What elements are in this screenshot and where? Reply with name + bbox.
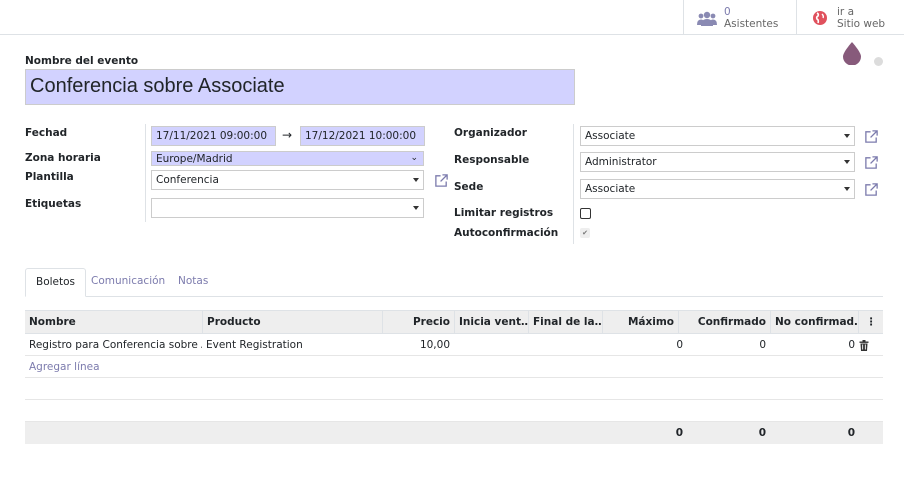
empty-row xyxy=(25,400,883,422)
tab-tickets[interactable]: Boletos xyxy=(25,268,87,297)
attendees-count: 0 xyxy=(724,5,731,18)
column-header-unconfirmed[interactable]: No confirmad… xyxy=(770,311,858,334)
responsible-label: Responsable xyxy=(454,154,530,166)
column-header-sale-end[interactable]: Final de la… xyxy=(528,311,602,334)
responsible-value: Administrator xyxy=(585,156,657,168)
smart-button-bar: 0 Asistentes ir a Sitio web xyxy=(0,0,904,35)
column-header-price[interactable]: Precio xyxy=(382,311,454,334)
column-header-confirmed[interactable]: Confirmado xyxy=(678,311,770,334)
timezone-select[interactable]: Europe/Madrid ⌄ xyxy=(151,151,424,166)
go-to-website-button[interactable]: ir a Sitio web xyxy=(796,0,904,35)
right-column-divider xyxy=(573,124,574,244)
globe-icon xyxy=(809,7,831,29)
template-select[interactable]: Conferencia xyxy=(151,170,424,190)
date-end-input[interactable]: 17/12/2021 10:00:00 xyxy=(300,126,425,146)
add-line-link[interactable]: Agregar línea xyxy=(25,356,225,378)
cell-sale-end xyxy=(528,334,602,356)
external-link-icon[interactable] xyxy=(864,129,879,144)
column-header-max[interactable]: Máximo xyxy=(602,311,678,334)
add-line-row: Agregar línea xyxy=(25,356,883,378)
cell-price: 10,00 xyxy=(419,339,450,351)
column-header-product[interactable]: Producto xyxy=(202,311,382,334)
cell-product: Event Registration xyxy=(206,339,303,351)
date-begin-input[interactable]: 17/11/2021 09:00:00 xyxy=(151,126,276,146)
venue-value: Associate xyxy=(585,183,636,195)
column-header-sale-start[interactable]: Inicia vent… xyxy=(454,311,528,334)
caret-down-icon xyxy=(844,187,850,191)
kanban-state-dot[interactable] xyxy=(874,57,883,66)
table-footer: 0 0 0 xyxy=(25,422,883,444)
caret-down-icon xyxy=(844,134,850,138)
website-line2: Sitio web xyxy=(837,17,886,30)
caret-down-icon xyxy=(413,178,419,182)
cell-confirmed: 0 xyxy=(759,339,766,351)
chevron-down-icon: ⌄ xyxy=(410,153,418,163)
limit-registrations-label: Limitar registros xyxy=(454,207,554,219)
venue-label: Sede xyxy=(454,181,484,193)
event-name-label: Nombre del evento xyxy=(25,55,139,67)
kanban-color-drop-icon[interactable] xyxy=(842,41,862,68)
total-unconfirmed: 0 xyxy=(847,427,855,439)
cell-max: 0 xyxy=(676,339,683,351)
attendees-label: Asistentes xyxy=(724,17,779,30)
empty-row xyxy=(25,378,883,400)
tags-label: Etiquetas xyxy=(25,198,82,210)
tickets-table: Nombre Producto Precio Inicia vent… Fina… xyxy=(25,310,883,444)
optional-columns-icon[interactable]: ⋮ xyxy=(858,311,883,334)
template-value: Conferencia xyxy=(156,174,219,186)
cell-unconfirmed: 0 xyxy=(848,339,855,351)
notebook-tabs: Boletos Comunicación Notas xyxy=(25,268,883,297)
limit-registrations-checkbox[interactable] xyxy=(580,208,591,219)
timezone-label: Zona horaria xyxy=(25,152,101,164)
external-link-icon[interactable] xyxy=(434,173,449,188)
date-range-arrow: → xyxy=(282,128,293,142)
left-column-divider xyxy=(145,124,146,222)
total-max: 0 xyxy=(675,427,683,439)
tab-communication[interactable]: Comunicación xyxy=(81,268,175,297)
users-icon xyxy=(696,7,718,29)
responsible-select[interactable]: Administrator xyxy=(580,152,855,172)
caret-down-icon xyxy=(413,206,419,210)
timezone-value: Europe/Madrid xyxy=(156,152,233,165)
table-header: Nombre Producto Precio Inicia vent… Fina… xyxy=(25,310,883,334)
organizer-select[interactable]: Associate xyxy=(580,126,855,146)
cell-sale-start xyxy=(454,334,528,356)
event-name-input[interactable]: Conferencia sobre Associate xyxy=(25,69,575,105)
autoconfirm-checkbox: ✔ xyxy=(580,228,590,238)
date-end-value: 17/12/2021 10:00:00 xyxy=(305,130,417,142)
caret-down-icon xyxy=(844,160,850,164)
template-label: Plantilla xyxy=(25,171,74,183)
total-confirmed: 0 xyxy=(758,427,766,439)
external-link-icon[interactable] xyxy=(864,155,879,170)
cell-name: Registro para Conferencia sobre A… xyxy=(29,339,202,351)
organizer-value: Associate xyxy=(585,130,636,142)
attendees-button[interactable]: 0 Asistentes xyxy=(683,0,796,35)
table-row[interactable]: Registro para Conferencia sobre A… Event… xyxy=(25,334,883,356)
date-begin-value: 17/11/2021 09:00:00 xyxy=(156,130,268,142)
trash-icon[interactable] xyxy=(859,334,875,356)
tab-notes[interactable]: Notas xyxy=(168,268,218,297)
external-link-icon[interactable] xyxy=(864,182,879,197)
venue-select[interactable]: Associate xyxy=(580,179,855,199)
tags-input[interactable] xyxy=(151,198,424,218)
website-line1: ir a xyxy=(837,5,855,18)
date-label: Fechad xyxy=(25,127,68,139)
organizer-label: Organizador xyxy=(454,127,527,139)
autoconfirm-label: Autoconfirmación xyxy=(454,227,559,239)
column-header-name[interactable]: Nombre xyxy=(25,311,202,334)
